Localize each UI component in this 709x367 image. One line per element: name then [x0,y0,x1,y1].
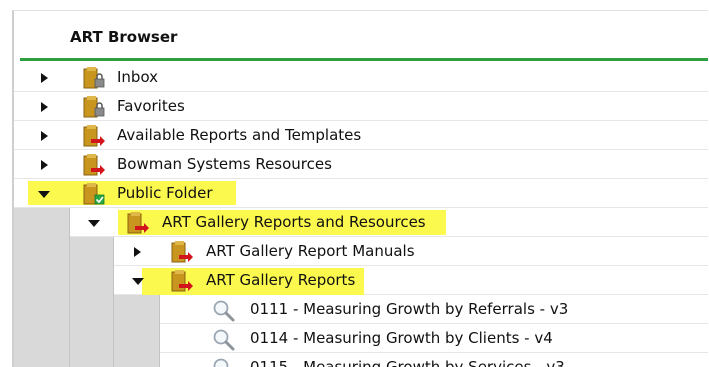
expand-arrow-icon[interactable] [37,100,51,114]
tree-row-art-gallery-manuals[interactable]: ART Gallery Report Manuals [14,237,708,266]
tree-row-inbox[interactable]: Inbox [14,63,708,92]
tree-row-report-0111[interactable]: 0111 - Measuring Growth by Referrals - v… [14,295,708,324]
tree-label-bowman-resources[interactable]: Bowman Systems Resources [117,155,332,173]
indent-guide [14,324,70,353]
tree-label-inbox[interactable]: Inbox [117,68,158,86]
indent-guide [14,353,70,367]
collapse-arrow-icon[interactable] [37,187,51,201]
tree-label-art-gallery-resources[interactable]: ART Gallery Reports and Resources [162,213,426,231]
tree-row-art-gallery-resources[interactable]: ART Gallery Reports and Resources [14,208,708,237]
folder-shared-icon [170,240,194,264]
indent-guide [114,295,160,324]
expand-arrow-icon[interactable] [130,245,144,259]
tree-row-bowman-resources[interactable]: Bowman Systems Resources [14,150,708,179]
tree-label-public-folder[interactable]: Public Folder [117,184,213,202]
indent-guide [114,324,160,353]
indent-guide [14,295,70,324]
expand-arrow-icon[interactable] [37,71,51,85]
tree-label-art-gallery-reports[interactable]: ART Gallery Reports [206,271,355,289]
tree-label-report-0111[interactable]: 0111 - Measuring Growth by Referrals - v… [250,300,568,318]
magnifier-icon [212,328,236,352]
folder-check-icon [82,182,106,206]
indent-guide [14,266,70,295]
tree-label-art-gallery-manuals[interactable]: ART Gallery Report Manuals [206,242,415,260]
folder-lock-icon [82,66,106,90]
tree-row-art-gallery-reports[interactable]: ART Gallery Reports [14,266,708,295]
expand-arrow-icon[interactable] [37,129,51,143]
folder-shared-icon [126,211,150,235]
tree-label-available-reports[interactable]: Available Reports and Templates [117,126,361,144]
browser-header: ART Browser [14,11,708,56]
tree-row-favorites[interactable]: Favorites [14,92,708,121]
indent-guide [70,353,114,367]
indent-guide [70,237,114,266]
magnifier-icon [212,299,236,323]
indent-guide [70,324,114,353]
indent-guide [70,295,114,324]
tree-label-report-0114[interactable]: 0114 - Measuring Growth by Clients - v4 [250,329,553,347]
folder-shared-icon [82,124,106,148]
art-browser-panel: ART Browser Inbox Favorites Avail [12,10,708,367]
tree-row-report-0114[interactable]: 0114 - Measuring Growth by Clients - v4 [14,324,708,353]
collapse-arrow-icon[interactable] [87,216,101,230]
indent-guide [70,266,114,295]
page-title: ART Browser [70,28,177,46]
tree-label-favorites[interactable]: Favorites [117,97,185,115]
folder-lock-icon [82,95,106,119]
indent-guide [14,208,70,237]
folder-shared-icon [82,153,106,177]
tree-row-available-reports[interactable]: Available Reports and Templates [14,121,708,150]
collapse-arrow-icon[interactable] [131,274,145,288]
tree-row-report-0115[interactable]: 0115 - Measuring Growth by Services - v3 [14,353,708,367]
tree-row-public-folder[interactable]: Public Folder [14,179,708,208]
folder-shared-icon [170,269,194,293]
indent-guide [14,237,70,266]
expand-arrow-icon[interactable] [37,158,51,172]
indent-guide [114,353,160,367]
header-divider [20,58,708,61]
